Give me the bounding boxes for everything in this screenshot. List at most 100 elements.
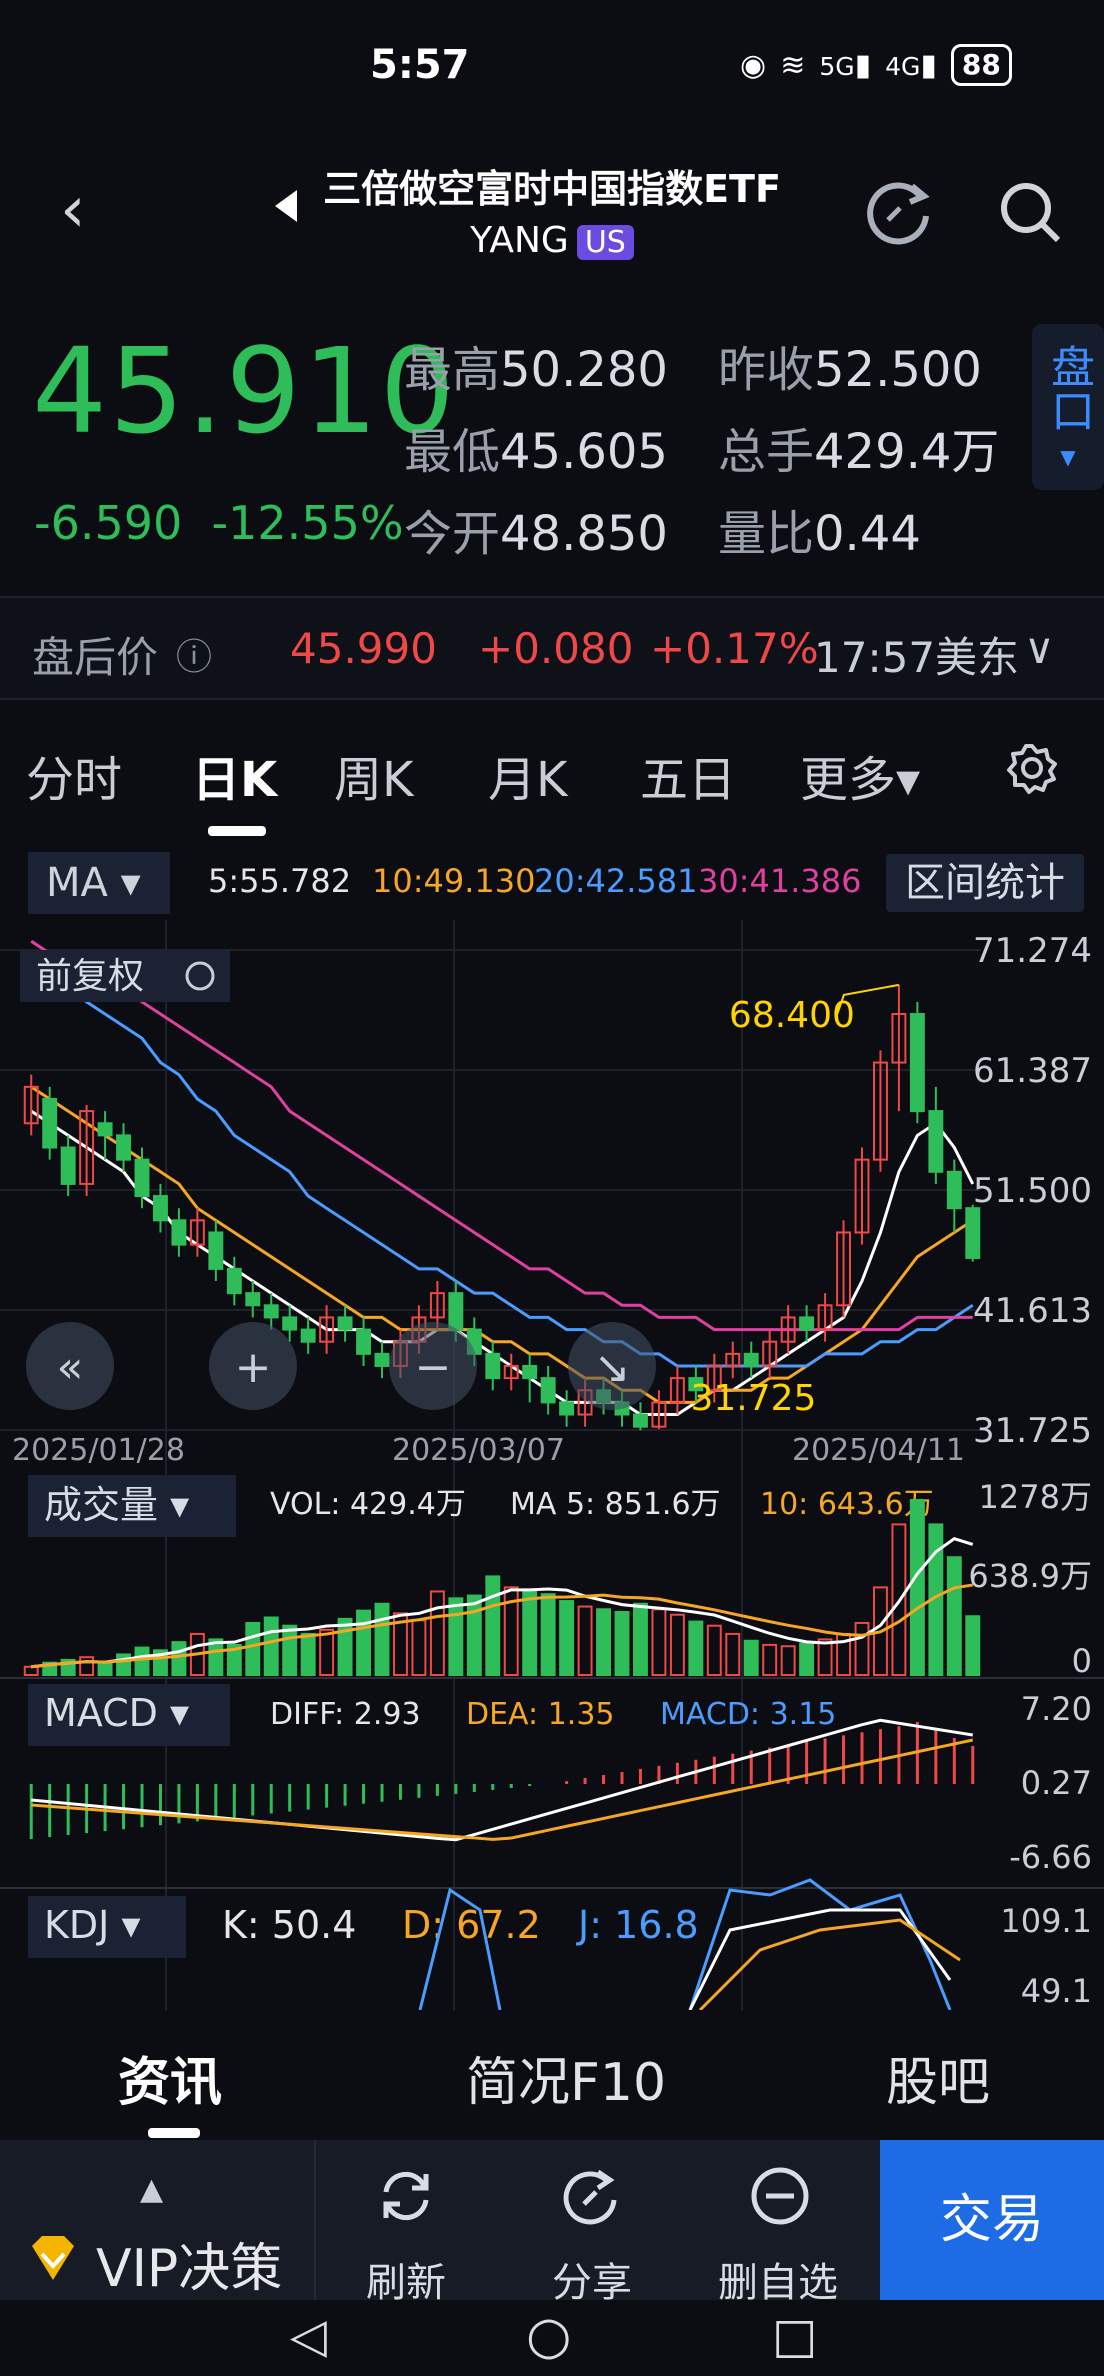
kdj-y-tick: 49.1 xyxy=(1021,1972,1092,2010)
candle xyxy=(337,1316,353,1331)
stat-high: 最高50.280 xyxy=(404,342,668,398)
info-icon[interactable]: ⓘ xyxy=(176,628,212,680)
tab-weekly-k[interactable]: 周K xyxy=(334,740,413,810)
tab-profile-f10[interactable]: 简况F10 xyxy=(466,2040,666,2115)
stock-chart[interactable]: 71.274 61.387 51.500 41.613 31.725 2025/01/28… xyxy=(0,920,1104,2010)
candle xyxy=(356,1328,372,1355)
volume-bar xyxy=(245,1621,261,1677)
candle xyxy=(171,1219,187,1246)
candle xyxy=(134,1158,150,1198)
x-tick-label: 2025/01/28 xyxy=(12,1433,185,1468)
content-tab-indicator xyxy=(148,2128,200,2138)
volume-bar xyxy=(466,1594,482,1677)
kdj-y-tick: 109.1 xyxy=(1000,1902,1092,1940)
volume-bar xyxy=(171,1641,187,1677)
volume-bar xyxy=(725,1632,741,1676)
trade-button[interactable]: 交易 xyxy=(880,2140,1104,2300)
volume-bar xyxy=(946,1556,962,1676)
scroll-left-icon: « xyxy=(57,1342,84,1393)
system-nav-bar: ◁ ○ □ xyxy=(0,2300,1104,2376)
after-hours-label: 盘后价 xyxy=(32,633,159,682)
stat-open: 今开48.850 xyxy=(404,506,668,562)
candle xyxy=(559,1401,575,1416)
volume-bar xyxy=(559,1600,575,1676)
macd-dea: DEA: 1.35 xyxy=(466,1697,615,1732)
volume-bar xyxy=(522,1590,538,1677)
candle xyxy=(743,1352,759,1367)
tab-forum[interactable]: 股吧 xyxy=(886,2040,990,2115)
refresh-icon[interactable] xyxy=(860,172,940,252)
ma10-value: 10:49.130 xyxy=(372,862,536,900)
kdj-k-line xyxy=(688,1908,952,2010)
tab-intraday[interactable]: 分时 xyxy=(26,740,122,810)
tab-news[interactable]: 资讯 xyxy=(118,2040,222,2115)
volume-bar xyxy=(965,1615,981,1676)
candle xyxy=(208,1231,224,1270)
ma20-value: 20:42.581 xyxy=(534,862,698,900)
market-badge: US xyxy=(576,225,634,260)
refresh-icon[interactable] xyxy=(374,2164,438,2228)
volume-bar xyxy=(429,1590,445,1677)
macd-y-tick: -6.66 xyxy=(1009,1838,1092,1876)
kdj-j: J: 16.8 xyxy=(576,1903,699,1947)
indicator-select-ma[interactable]: MA ▾ xyxy=(28,852,170,914)
after-hours-price: 45.990 xyxy=(290,624,437,673)
tab-daily-k[interactable]: 日K xyxy=(192,740,277,810)
settings-gear-icon[interactable] xyxy=(1004,740,1060,796)
volume-y-tick: 1278万 xyxy=(979,1478,1092,1516)
x-tick-label: 2025/04/11 xyxy=(792,1433,965,1468)
volume-bar xyxy=(854,1621,870,1677)
kdj-select-label: KDJ ▾ xyxy=(44,1903,141,1947)
volume-bar xyxy=(374,1602,390,1676)
range-stats-button[interactable]: 区间统计 xyxy=(886,854,1084,912)
battery-icon: 88 xyxy=(950,44,1012,86)
volume-bar xyxy=(633,1602,648,1676)
candle xyxy=(263,1304,279,1319)
candle xyxy=(448,1292,464,1331)
volume-select-label: 成交量 ▾ xyxy=(44,1483,189,1527)
current-price: 45.910 xyxy=(32,322,457,460)
candle xyxy=(633,1413,648,1428)
candle xyxy=(282,1316,298,1331)
candle xyxy=(245,1292,261,1307)
after-hours-change-pct: +0.17% xyxy=(650,624,819,673)
volume-bar xyxy=(485,1575,501,1676)
volume-bar xyxy=(577,1605,593,1676)
volume-ma5: MA 5: 851.6万 xyxy=(510,1487,721,1522)
adjust-label: 前复权 xyxy=(36,956,144,997)
candle xyxy=(522,1364,538,1380)
nav-back-icon[interactable]: ◁ xyxy=(290,2308,327,2364)
stat-volume: 总手429.4万 xyxy=(718,424,1000,480)
price-change: -6.590 -12.55% xyxy=(34,496,404,550)
candle xyxy=(946,1170,962,1210)
candle xyxy=(97,1122,113,1137)
vip-decision-button[interactable]: VIP决策 xyxy=(96,2226,282,2301)
stat-prev-close: 昨收52.500 xyxy=(718,342,982,398)
ma5-line xyxy=(30,1109,975,1417)
volume-bar xyxy=(448,1597,464,1677)
candle xyxy=(485,1352,501,1380)
order-book-button[interactable]: 盘口 ▼ xyxy=(1032,324,1104,490)
nav-recents-icon[interactable]: □ xyxy=(772,2308,817,2364)
status-icons: ◉ ≋ 5G▮ 4G▮ 88 xyxy=(740,44,1012,86)
search-icon[interactable] xyxy=(990,172,1070,252)
nav-home-icon[interactable]: ○ xyxy=(526,2306,571,2366)
wifi-icon: ≋ xyxy=(780,47,806,83)
candle xyxy=(928,1110,944,1173)
volume-y-tick: 638.9万 xyxy=(968,1557,1092,1595)
remove-watchlist-icon[interactable] xyxy=(748,2164,812,2228)
volume-bar xyxy=(799,1642,815,1677)
share-icon[interactable] xyxy=(560,2164,624,2228)
candle xyxy=(374,1352,390,1367)
chevron-down-icon[interactable]: ∨ xyxy=(1024,624,1055,673)
candle xyxy=(153,1195,168,1222)
tab-more[interactable]: 更多▾ xyxy=(800,740,920,810)
tab-monthly-k[interactable]: 月K xyxy=(488,740,567,810)
candle xyxy=(42,1097,58,1149)
after-hours-bar[interactable]: 盘后价 ⓘ 45.990 +0.080 +0.17% 17:57美东 ∨ xyxy=(0,596,1104,700)
tab-five-day[interactable]: 五日 xyxy=(640,740,736,810)
toolbar-divider xyxy=(314,2140,316,2300)
macd-y-tick: 7.20 xyxy=(1021,1690,1092,1728)
volume-bar xyxy=(614,1611,630,1676)
expand-up-icon[interactable]: ▲ xyxy=(140,2172,163,2207)
